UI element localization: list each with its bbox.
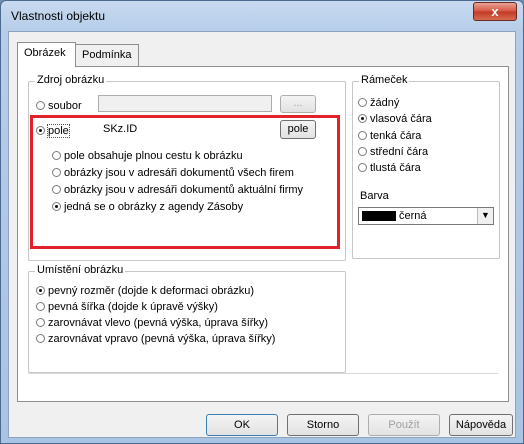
tab-podminka[interactable]: Podmínka xyxy=(75,44,139,66)
radio-label: tenká čára xyxy=(370,130,422,142)
frame-none[interactable]: žádný xyxy=(358,97,399,111)
radio-indicator[interactable] xyxy=(358,114,367,123)
radio-label: pevná šířka (dojde k úpravě výšky) xyxy=(48,301,218,313)
radio-label: žádný xyxy=(370,97,400,109)
close-icon: x xyxy=(491,4,499,19)
chevron-down-icon[interactable]: ▼ xyxy=(477,208,493,224)
radio-indicator[interactable] xyxy=(358,98,367,107)
apply-label: Použít xyxy=(388,419,420,431)
color-select[interactable]: černá ▼ xyxy=(358,207,494,225)
tab-label: Podmínka xyxy=(82,49,132,61)
radio-indicator[interactable] xyxy=(358,131,367,140)
dialog-window: Vlastnosti objektu x Obrázek Podmínka Zd… xyxy=(0,0,524,444)
tab-obrazek[interactable]: Obrázek xyxy=(17,42,76,67)
radio-label: tlustá čára xyxy=(370,162,421,174)
frame-thick[interactable]: tlustá čára xyxy=(358,162,421,176)
tab-label: Obrázek xyxy=(24,47,66,59)
radio-indicator[interactable] xyxy=(36,318,45,327)
radio-label: vlasová čára xyxy=(370,113,432,125)
radio-soubor-indicator[interactable] xyxy=(36,101,45,110)
file-path-input[interactable] xyxy=(98,95,272,112)
placement-align-right[interactable]: zarovnávat vpravo (pevná výška, úprava š… xyxy=(36,333,275,347)
radio-indicator[interactable] xyxy=(36,302,45,311)
tab-panel: Zdroj obrázku soubor ... pole SKz.ID pol… xyxy=(17,66,509,402)
cancel-label: Storno xyxy=(306,419,340,431)
dialog-client-area: Obrázek Podmínka Zdroj obrázku soubor ..… xyxy=(8,31,516,438)
frame-thin[interactable]: tenká čára xyxy=(358,130,421,144)
close-button[interactable]: x xyxy=(473,2,517,21)
radio-label: zarovnávat vpravo (pevná výška, úprava š… xyxy=(48,333,276,345)
radio-indicator[interactable] xyxy=(358,147,367,156)
help-label: Nápověda xyxy=(455,419,507,431)
source-radio-soubor[interactable]: soubor xyxy=(36,100,82,114)
title-bar[interactable]: Vlastnosti objektu x xyxy=(1,1,523,31)
frame-hairline[interactable]: vlasová čára xyxy=(358,113,432,127)
color-value: černá xyxy=(399,210,427,222)
help-button[interactable]: Nápověda xyxy=(449,414,513,436)
radio-indicator[interactable] xyxy=(36,334,45,343)
browse-file-button[interactable]: ... xyxy=(280,95,316,113)
browse-button-label: ... xyxy=(293,97,303,109)
bottom-divider xyxy=(28,373,498,374)
radio-indicator[interactable] xyxy=(36,286,45,295)
frame-group-legend: Rámeček xyxy=(359,74,410,86)
placement-group-legend: Umístění obrázku xyxy=(35,264,126,276)
placement-fixed-width[interactable]: pevná šířka (dojde k úpravě výšky) xyxy=(36,301,218,315)
placement-align-left[interactable]: zarovnávat vlevo (pevná výška, úprava ší… xyxy=(36,317,268,331)
radio-label: střední čára xyxy=(370,146,429,158)
radio-label: soubor xyxy=(48,100,82,112)
window-title: Vlastnosti objektu xyxy=(11,9,106,23)
radio-label: zarovnávat vlevo (pevná výška, úprava ší… xyxy=(48,317,269,329)
highlight-annotation xyxy=(30,115,340,249)
frame-medium[interactable]: střední čára xyxy=(358,146,428,160)
source-group-legend: Zdroj obrázku xyxy=(35,74,107,86)
color-swatch xyxy=(362,211,396,221)
ok-button[interactable]: OK xyxy=(206,414,278,436)
placement-fixed-size[interactable]: pevný rozměr (dojde k deformaci obrázku) xyxy=(36,285,254,299)
radio-indicator[interactable] xyxy=(358,163,367,172)
apply-button[interactable]: Použít xyxy=(368,414,440,436)
radio-label: pevný rozměr (dojde k deformaci obrázku) xyxy=(48,285,255,297)
ok-label: OK xyxy=(234,419,250,431)
cancel-button[interactable]: Storno xyxy=(287,414,359,436)
color-label: Barva xyxy=(360,190,389,202)
